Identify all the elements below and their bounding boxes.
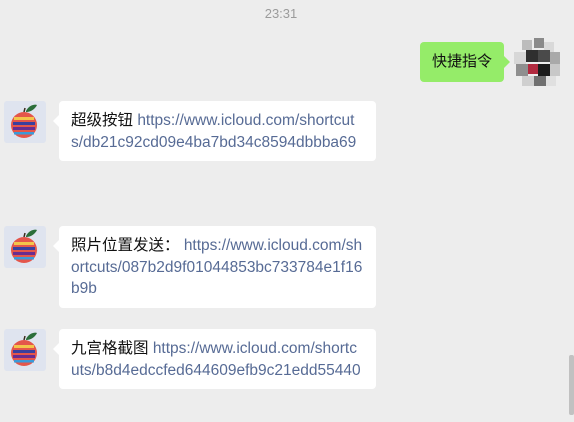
incoming-bubble[interactable]: 九宫格截图 https://www.icloud.com/shortcuts/b… — [53, 329, 376, 389]
incoming-bubble[interactable]: 照片位置发送： https://www.icloud.com/shortcuts… — [53, 226, 376, 308]
chat-scrollbar[interactable] — [569, 355, 574, 415]
apple-avatar-icon[interactable] — [4, 226, 46, 268]
message-prefix: 照片位置发送： — [71, 237, 184, 254]
incoming-bubble[interactable]: 超级按钮 https://www.icloud.com/shortcuts/db… — [53, 101, 376, 161]
message-prefix: 超级按钮 — [71, 112, 138, 129]
apple-avatar-icon[interactable] — [4, 329, 46, 371]
apple-avatar-icon[interactable] — [4, 101, 46, 143]
message-timestamp: 23:31 — [264, 6, 298, 21]
outgoing-bubble[interactable]: 快捷指令 — [419, 42, 511, 82]
outgoing-message: 快捷指令 — [419, 42, 511, 82]
message-prefix: 九宫格截图 — [71, 340, 153, 357]
self-avatar-icon[interactable] — [512, 38, 562, 88]
